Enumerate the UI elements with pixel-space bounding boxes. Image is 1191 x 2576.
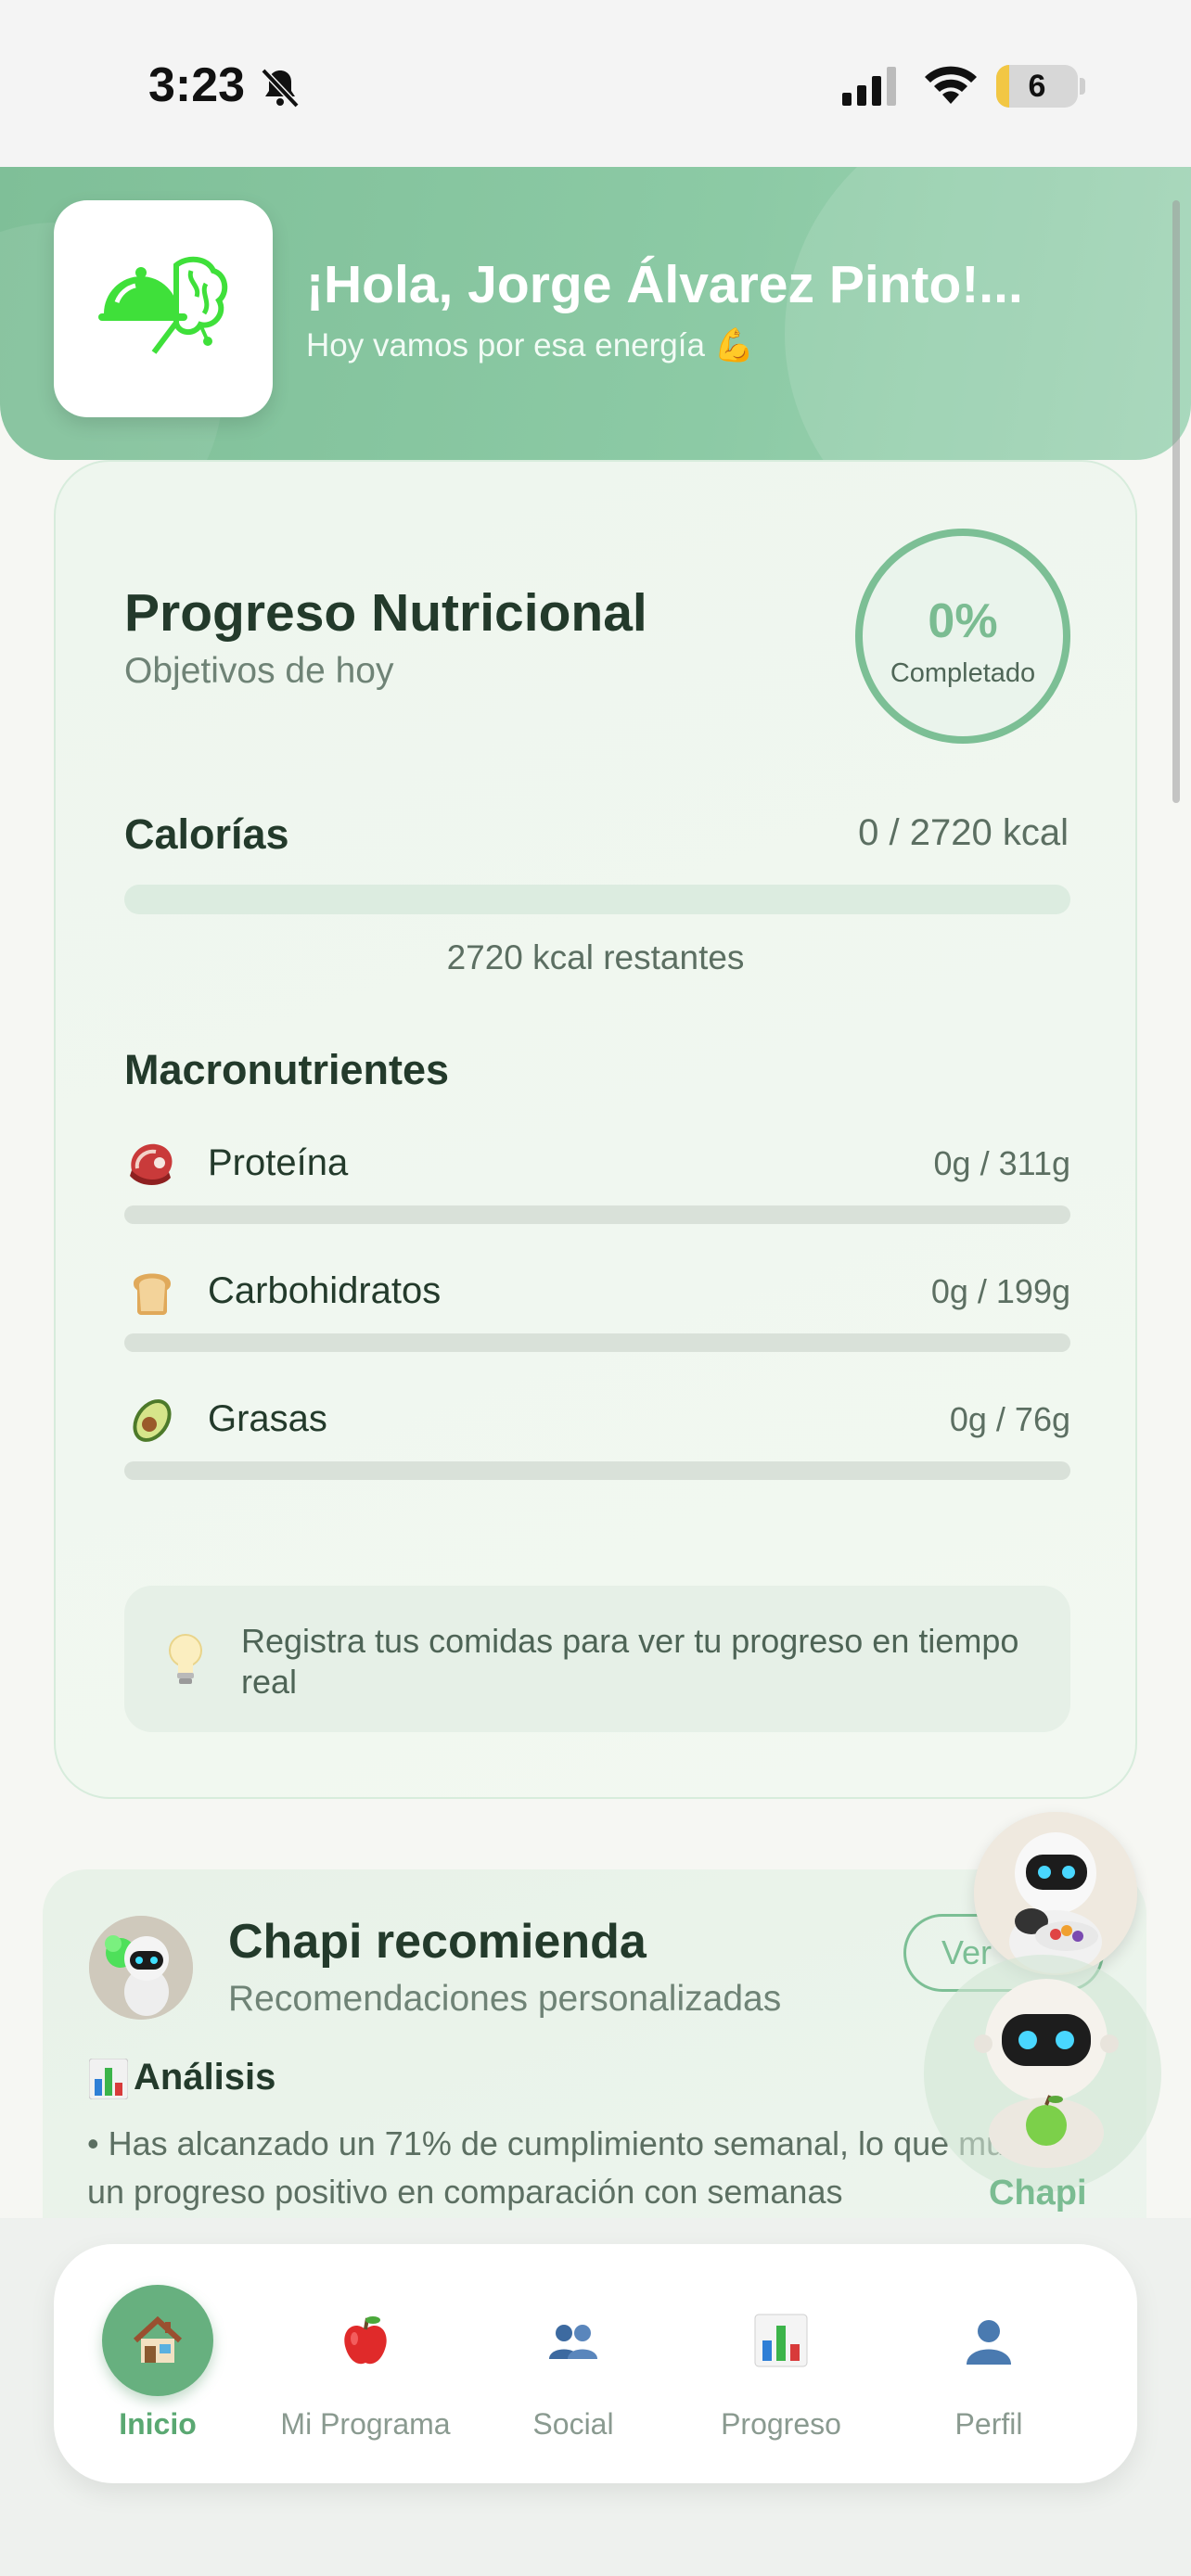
greeting-title: ¡Hola, Jorge Álvarez Pinto!... (306, 255, 1023, 314)
nav-item-mi-programa[interactable]: Mi Programa (262, 2244, 469, 2483)
status-bar: 3:23 6 (0, 0, 1191, 167)
macro-row-protein: Proteína 0g / 311g (124, 1135, 1070, 1237)
nav-item-progreso[interactable]: Progreso (677, 2244, 885, 2483)
nav-label: Mi Programa (280, 2407, 451, 2441)
nav-label: Inicio (119, 2407, 197, 2441)
macro-progress-bar (124, 1205, 1070, 1224)
macro-name: Carbohidratos (208, 1270, 442, 1311)
food-brain-logo-icon (98, 256, 228, 354)
people-icon (549, 2325, 597, 2359)
bar-chart-icon (89, 2059, 128, 2099)
house-icon (133, 2315, 183, 2363)
lightbulb-icon (169, 1634, 202, 1684)
signal-icon (842, 67, 896, 106)
meat-icon (130, 1143, 173, 1185)
person-icon (967, 2320, 1011, 2365)
calories-remaining: 2720 kcal restantes (446, 938, 745, 976)
card-subtitle: Objetivos de hoy (124, 651, 394, 691)
nav-label: Social (532, 2407, 614, 2441)
macro-row-carbs: Carbohidratos 0g / 199g (124, 1263, 1070, 1365)
nav-label: Progreso (721, 2407, 841, 2441)
completion-label: Completado (890, 658, 1036, 688)
robot-avatar-icon (89, 1916, 193, 2020)
macro-value: 0g / 76g (949, 1400, 1070, 1438)
macro-progress-bar (124, 1333, 1070, 1352)
robot-camera-icon (974, 1812, 1137, 1975)
calories-progress-bar (124, 885, 1070, 914)
completion-percent: 0% (928, 594, 998, 648)
chapi-robot-icon[interactable] (955, 1966, 1137, 2170)
macro-value: 0g / 199g (930, 1272, 1070, 1310)
macro-row-fats: Grasas 0g / 76g (124, 1391, 1070, 1493)
bar-chart-icon (754, 2314, 808, 2367)
chapi-subtitle: Recomendaciones personalizadas (228, 1979, 782, 2019)
nav-item-inicio[interactable]: Inicio (54, 2244, 262, 2483)
avocado-icon (133, 1399, 172, 1442)
macro-progress-bar (124, 1461, 1070, 1480)
bread-icon (134, 1273, 171, 1315)
chapi-avatar (89, 1916, 193, 2020)
wifi-icon (925, 66, 977, 104)
status-time: 3:23 (148, 58, 246, 112)
apple-icon (344, 2316, 387, 2365)
analysis-text: • Has alcanzado un 71% de cumplimiento s… (87, 2124, 1080, 2211)
scroll-indicator[interactable] (1172, 200, 1180, 803)
calories-value: 0 / 2720 kcal (858, 812, 1069, 853)
completion-ring: 0% Completado (855, 529, 1070, 744)
nav-item-social[interactable]: Social (469, 2244, 677, 2483)
tip-box: Registra tus comidas para ver tu progres… (124, 1586, 1070, 1732)
greeting-subtitle: Hoy vamos por esa energía 💪 (306, 327, 755, 363)
macro-value: 0g / 311g (933, 1144, 1070, 1182)
chapi-floating-label[interactable]: Chapi (989, 2174, 1087, 2213)
battery-level: 6 (1028, 69, 1046, 104)
nutrition-progress-card: Progreso Nutricional Objetivos de hoy 0%… (54, 460, 1137, 1799)
macro-name: Proteína (208, 1142, 349, 1183)
chapi-title: Chapi recomienda (228, 1915, 647, 1969)
bell-slash-icon (261, 68, 300, 108)
bottom-navigation: Inicio Mi Programa Social Progreso Perfi… (54, 2244, 1137, 2483)
app-logo (54, 200, 273, 417)
tip-text: Registra tus comidas para ver tu progres… (241, 1622, 1019, 1701)
chapi-floating-robot-top[interactable] (974, 1812, 1137, 1975)
header: ¡Hola, Jorge Álvarez Pinto!... Hoy vamos… (0, 167, 1191, 460)
nav-item-perfil[interactable]: Perfil (885, 2244, 1093, 2483)
macro-name: Grasas (208, 1398, 327, 1439)
analysis-title: Análisis (134, 2057, 276, 2098)
macros-title: Macronutrientes (124, 1046, 450, 1093)
nav-label: Perfil (954, 2407, 1023, 2441)
battery-indicator: 6 (996, 65, 1078, 108)
card-title: Progreso Nutricional (124, 583, 647, 643)
calories-label: Calorías (124, 810, 289, 858)
